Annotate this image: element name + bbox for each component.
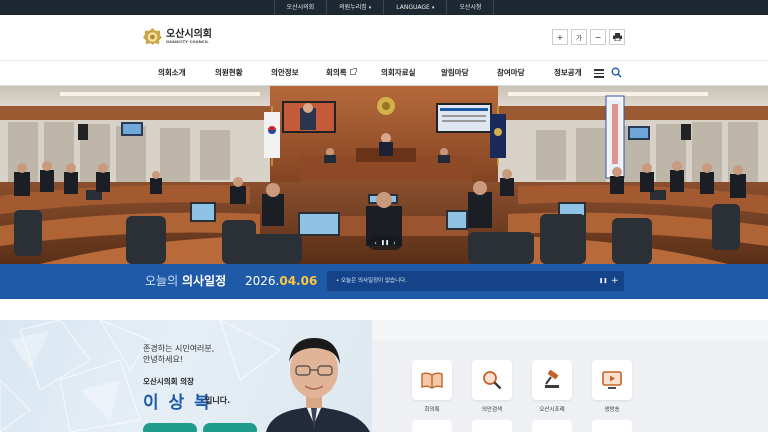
book-icon: [421, 372, 443, 389]
agenda-more-button[interactable]: +: [611, 271, 619, 291]
slider-prev-button[interactable]: ‹: [374, 240, 376, 247]
agenda-title-bold: 의사일정: [181, 274, 227, 288]
chevron-down-icon: ▾: [431, 5, 435, 11]
slider-next-button[interactable]: ›: [393, 240, 395, 247]
logo-title: 오산시의회: [166, 28, 212, 40]
nav-item-notices[interactable]: 알림마당: [441, 61, 469, 85]
slider-pause-button[interactable]: ❚❚: [381, 240, 389, 246]
quick-item-partial[interactable]: [592, 420, 632, 440]
zoom-in-button[interactable]: +: [552, 29, 568, 45]
quick-item-box: [592, 360, 632, 400]
nav-item-label: 회의록: [326, 68, 347, 77]
hero-slider-controls: ‹ ❚❚ ›: [368, 236, 402, 250]
logo-subtitle: OSANCITY COUNCIL: [166, 39, 209, 44]
nav-item-archive[interactable]: 의회자료실: [381, 61, 416, 85]
topbar-link-label: 오산시청: [459, 4, 482, 11]
quick-item-label: 의안검색: [481, 407, 503, 413]
top-utility-bar: 오산시의회 의원누리집 ▾ LANGUAGE ▾ 오산시청: [0, 0, 768, 15]
search-document-icon: [483, 371, 502, 390]
nav-item-members[interactable]: 의원현황: [215, 61, 243, 85]
quick-item-label: 회의록: [424, 407, 440, 413]
hamburger-menu-icon[interactable]: [594, 69, 604, 78]
main-navigation: 의회소개 의원현황 의안정보 회의록 의회자료실 알림마당 참여마당 정보공개: [0, 60, 768, 86]
greeting-button-1[interactable]: [143, 423, 197, 432]
accessibility-tools: + 가 −: [552, 29, 625, 45]
quick-item-live[interactable]: 생방송: [592, 360, 632, 413]
agenda-title: 오늘의 의사일정: [145, 264, 226, 299]
greeting-button-2[interactable]: [203, 423, 257, 432]
quick-item-bill-search[interactable]: 의안검색: [472, 360, 512, 413]
topbar-link-member-homepage[interactable]: 의원누리집 ▾: [326, 0, 383, 15]
quick-item-ordinance[interactable]: 오산시조례: [532, 360, 572, 413]
external-link-icon: [349, 68, 357, 75]
site-logo[interactable]: 오산시의회 OSANCITY COUNCIL: [143, 27, 212, 46]
topbar-link-label: 의원누리집: [339, 4, 367, 11]
font-size-reset-button[interactable]: 가: [571, 29, 587, 45]
nav-item-bill-info[interactable]: 의안정보: [271, 61, 299, 85]
agenda-pause-button[interactable]: ❚❚: [599, 271, 607, 291]
nav-item-disclosure[interactable]: 정보공개: [554, 61, 582, 85]
agenda-date: 2026.04.06: [245, 264, 317, 299]
chairman-name: 이 상 복: [143, 393, 212, 413]
agenda-date-day: 04.06: [279, 274, 318, 288]
search-icon[interactable]: [611, 67, 622, 78]
topbar-link-council[interactable]: 오산시의회: [273, 0, 327, 15]
chevron-down-icon: ▾: [368, 5, 372, 11]
quick-item-box: [532, 360, 572, 400]
live-broadcast-icon: [602, 371, 622, 389]
council-emblem-icon: [143, 27, 162, 46]
quick-item-minutes[interactable]: 회의록: [412, 360, 452, 413]
nav-item-participation[interactable]: 참여마당: [497, 61, 525, 85]
printer-icon: [612, 33, 622, 41]
chairman-role: 오산시의회 의장: [143, 377, 194, 386]
chairman-portrait: [266, 338, 370, 432]
chairman-name-suffix: 입니다.: [205, 396, 231, 405]
quick-item-box: [472, 360, 512, 400]
gavel-icon: [545, 370, 559, 388]
today-agenda-bar: 오늘의 의사일정 2026.04.06 • 오늘은 의사일정이 없습니다. ❚❚…: [0, 264, 768, 299]
quick-item-label: 오산시조례: [539, 407, 565, 413]
quick-item-label: 생방송: [604, 407, 620, 413]
print-button[interactable]: [609, 29, 625, 45]
agenda-message[interactable]: • 오늘은 의사일정이 없습니다.: [336, 271, 407, 291]
topbar-link-label: LANGUAGE: [396, 4, 430, 11]
nav-item-introduction[interactable]: 의회소개: [158, 61, 186, 85]
topbar-link-city-hall[interactable]: 오산시청: [446, 0, 495, 15]
greeting-line2: 안녕하세요!: [143, 355, 184, 364]
quick-item-partial[interactable]: [412, 420, 452, 440]
quick-item-box: [412, 360, 452, 400]
quick-item-partial[interactable]: [532, 420, 572, 440]
site-header: 오산시의회 OSANCITY COUNCIL + 가 −: [0, 15, 768, 60]
topbar-link-label: 오산시의회: [286, 4, 315, 11]
quick-menu-panel: 회의록 의안검색 오산시조례 생방송: [372, 320, 768, 440]
nav-item-minutes[interactable]: 회의록: [326, 61, 357, 85]
quick-item-partial[interactable]: [472, 420, 512, 440]
quick-menu-area: 회의록 의안검색 오산시조례 생방송: [372, 340, 768, 440]
zoom-out-button[interactable]: −: [590, 29, 606, 45]
greeting-line1: 존경하는 시민여러분,: [143, 344, 215, 353]
agenda-message-box: • 오늘은 의사일정이 없습니다. ❚❚ +: [327, 271, 624, 291]
topbar-language-select[interactable]: LANGUAGE ▾: [383, 0, 446, 15]
agenda-title-prefix: 오늘의: [145, 274, 179, 288]
greeting-message: 존경하는 시민여러분, 안녕하세요!: [143, 343, 214, 365]
agenda-date-year: 2026.: [245, 274, 280, 288]
